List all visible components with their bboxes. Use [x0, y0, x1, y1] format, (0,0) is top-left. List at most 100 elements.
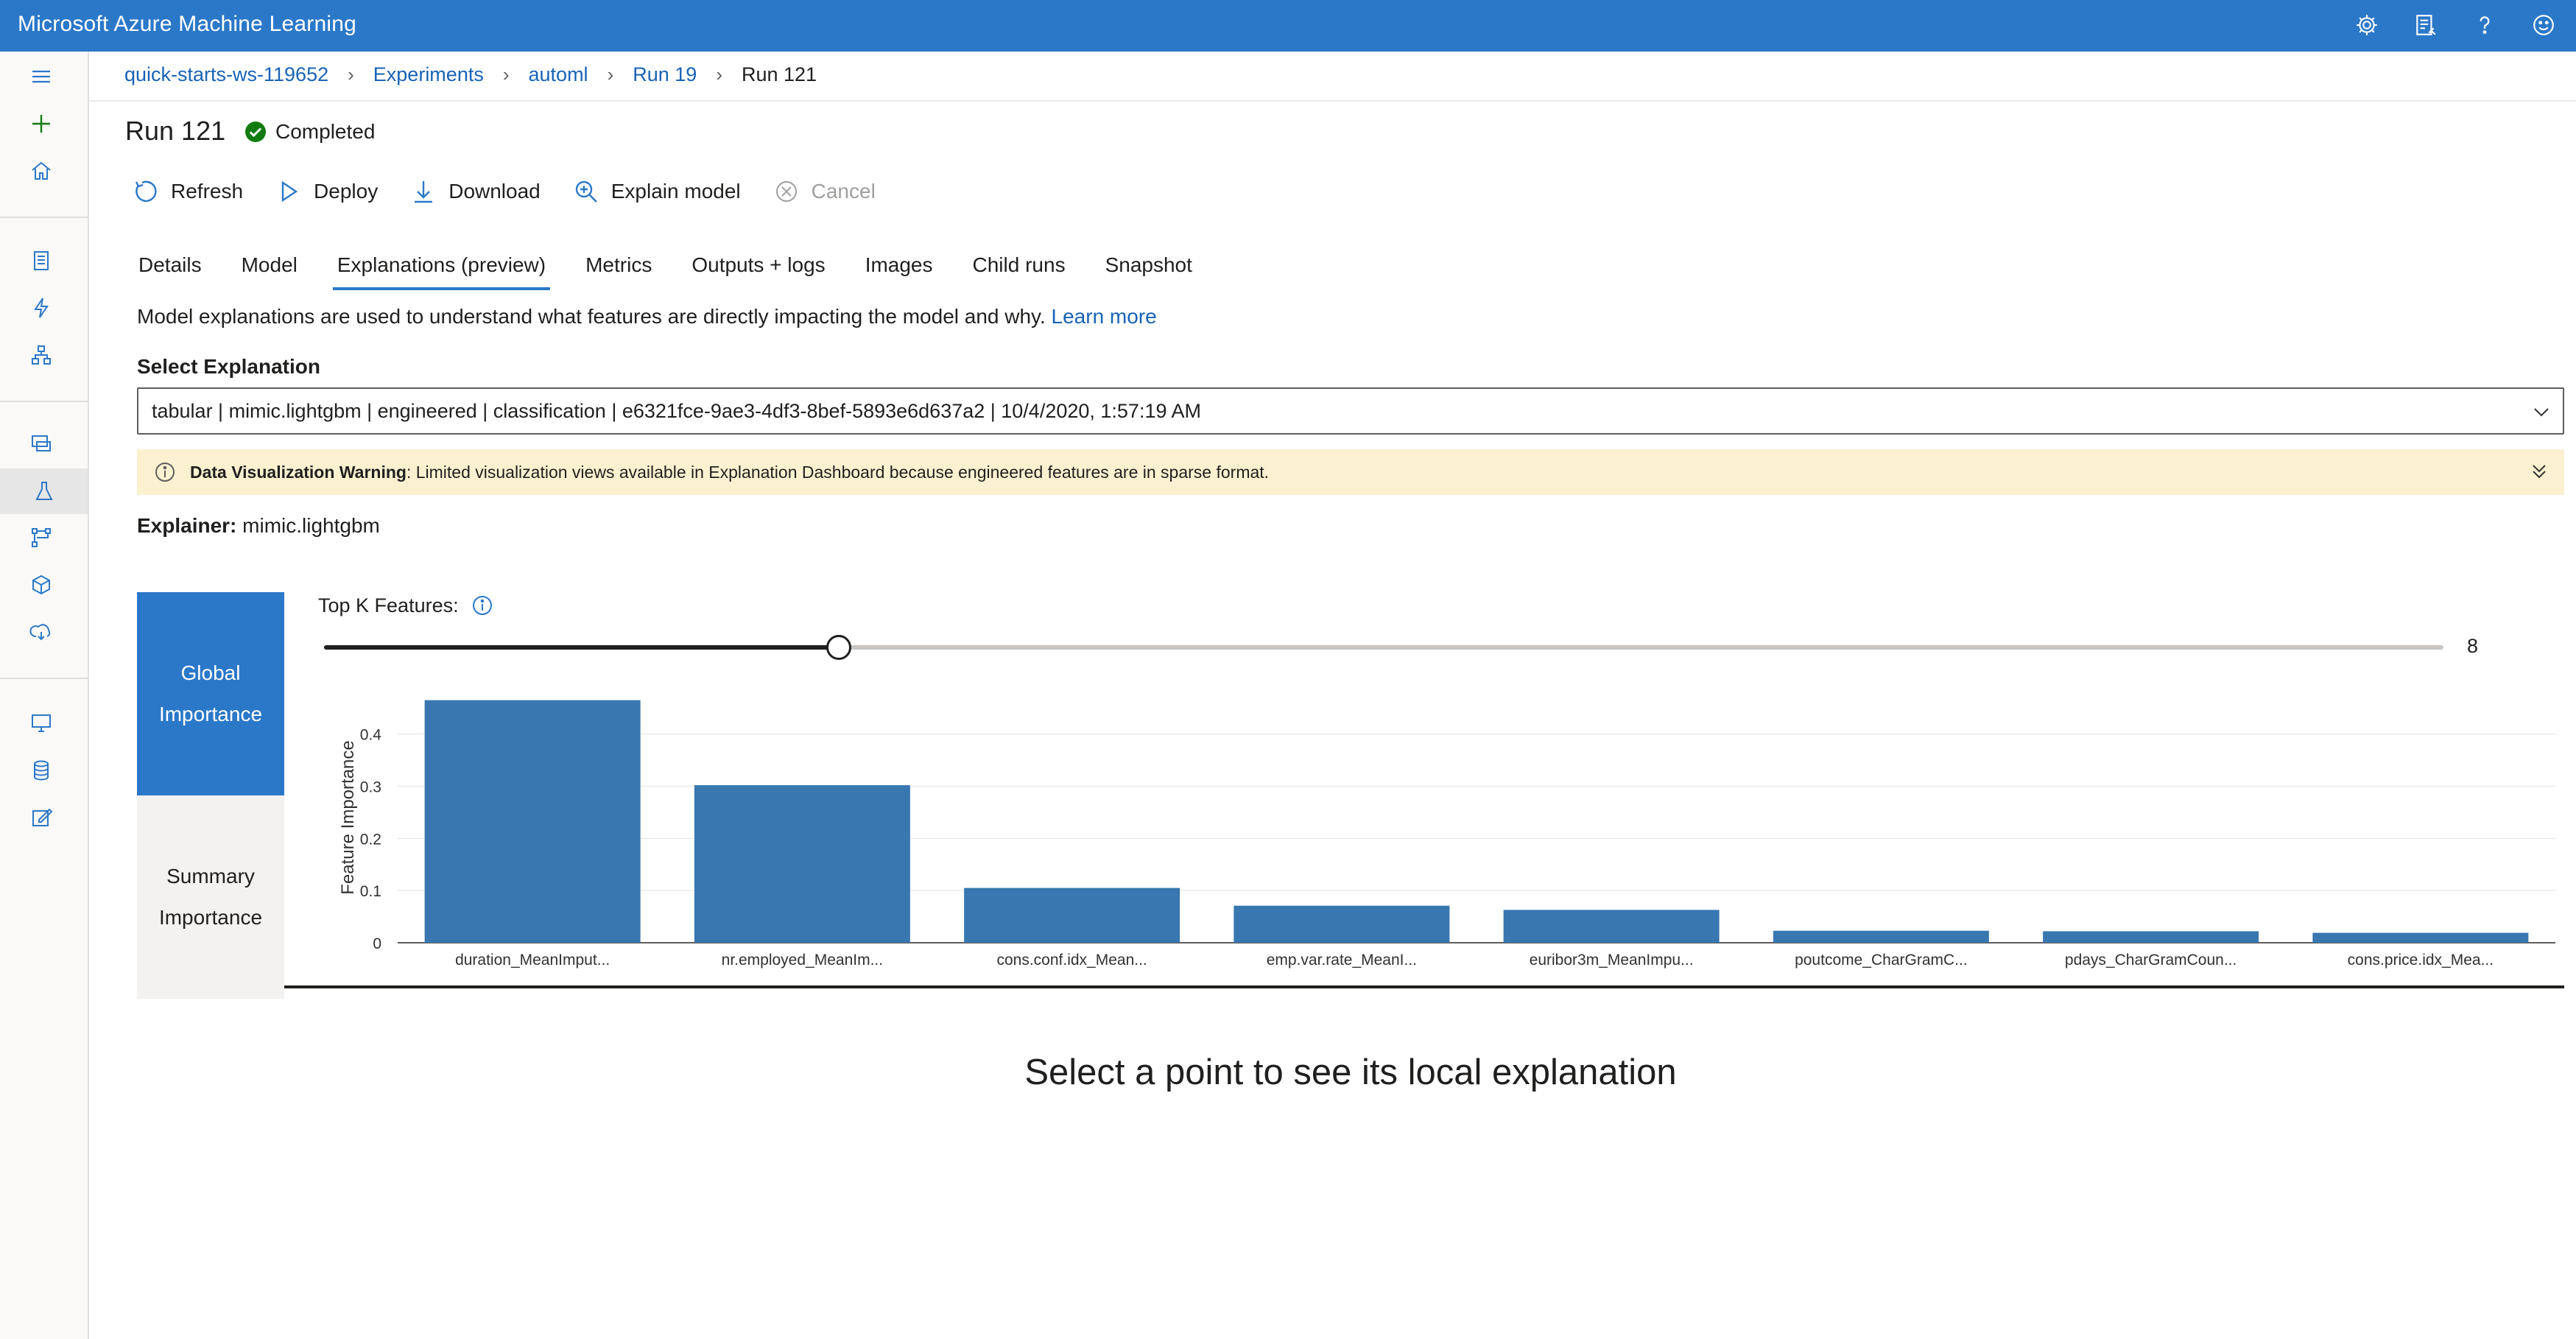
page-title: Run 121 — [125, 116, 226, 146]
chart-bar[interactable] — [1773, 930, 1989, 943]
summary-importance-line1: Summary — [166, 865, 255, 888]
feedback-list-icon[interactable] — [2411, 10, 2440, 40]
explain-model-label: Explain model — [610, 180, 741, 203]
pipelines-icon[interactable] — [25, 521, 57, 554]
tab-explanations[interactable]: Explanations (preview) — [332, 253, 551, 290]
learn-more-link[interactable]: Learn more — [1052, 305, 1157, 328]
gear-icon[interactable] — [2352, 10, 2382, 40]
select-explanation-label: Select Explanation — [137, 355, 320, 378]
tab-metrics[interactable]: Metrics — [585, 253, 652, 290]
x-tick-label: nr.employed_MeanIm... — [722, 952, 883, 969]
breadcrumb-current: Run 121 — [741, 63, 817, 85]
zoom-in-icon — [575, 180, 597, 203]
info-icon[interactable] — [471, 594, 494, 617]
y-tick-label: 0.4 — [360, 727, 382, 744]
slider-fill — [324, 645, 840, 650]
slider-thumb[interactable] — [826, 635, 852, 660]
y-tick-label: 0 — [373, 935, 381, 952]
refresh-button[interactable]: Refresh — [133, 178, 243, 205]
warning-text: : Limited visualization views available … — [406, 462, 1270, 482]
y-tick-label: 0.3 — [360, 779, 381, 796]
home-icon[interactable] — [25, 155, 57, 187]
models-icon[interactable] — [25, 569, 57, 601]
warning-title: Data Visualization Warning — [190, 462, 407, 482]
endpoints-icon[interactable] — [25, 616, 57, 648]
chart-bar[interactable] — [964, 888, 1180, 943]
chart-bar[interactable] — [694, 785, 910, 943]
chart-divider — [284, 985, 2564, 988]
experiments-icon[interactable] — [0, 468, 88, 514]
labeling-icon[interactable] — [25, 801, 57, 834]
explainer-value: mimic.lightgbm — [242, 514, 380, 537]
hamburger-menu-icon[interactable] — [25, 60, 57, 93]
summary-importance-line2: Importance — [158, 906, 263, 929]
datastores-icon[interactable] — [25, 754, 57, 787]
status-badge: Completed — [244, 120, 375, 144]
local-explanation-message: Select a point to see its local explanat… — [1024, 1052, 1677, 1092]
deploy-label: Deploy — [314, 180, 379, 203]
smiley-icon[interactable] — [2529, 10, 2558, 40]
x-tick-label: pdays_CharGramCoun... — [2065, 952, 2237, 969]
chart-bar[interactable] — [2312, 932, 2529, 943]
chevron-right-icon: › — [502, 63, 510, 85]
automl-icon[interactable] — [25, 292, 57, 324]
toolbar: Refresh Deploy Download Explain model Ca… — [133, 178, 908, 205]
cancel-circle-icon — [775, 181, 797, 202]
breadcrumb-experiments[interactable]: Experiments — [373, 63, 484, 86]
y-tick-label: 0.1 — [360, 883, 381, 900]
tab-child-runs[interactable]: Child runs — [973, 253, 1066, 290]
deploy-button[interactable]: Deploy — [275, 178, 378, 205]
chart-bar[interactable] — [1234, 905, 1450, 943]
play-icon — [281, 180, 298, 203]
summary-importance-tab[interactable]: Summary Importance — [137, 795, 284, 999]
breadcrumb: quick-starts-ws-119652 › Experiments › a… — [124, 63, 817, 86]
chevron-right-icon: › — [348, 63, 354, 85]
x-tick-label: euribor3m_MeanImpu... — [1530, 952, 1694, 969]
datasets-icon[interactable] — [25, 427, 57, 460]
global-importance-line1: Global — [180, 661, 241, 684]
check-circle-icon — [245, 122, 266, 142]
chart-bar[interactable] — [2043, 931, 2259, 943]
compute-icon[interactable] — [25, 707, 57, 739]
explainer-label: Explainer: — [137, 514, 237, 537]
tab-outputs-logs[interactable]: Outputs + logs — [691, 253, 825, 290]
selected-explanation: tabular | mimic.lightgbm | engineered | … — [152, 399, 1201, 422]
double-chevron-down-icon[interactable] — [2527, 460, 2551, 483]
tab-model[interactable]: Model — [242, 253, 298, 290]
left-nav — [0, 52, 89, 1339]
x-tick-label: duration_MeanImput... — [455, 952, 610, 969]
x-tick-label: cons.price.idx_Mea... — [2348, 952, 2494, 969]
top-k-label: Top K Features: — [318, 594, 494, 617]
plus-icon[interactable] — [25, 108, 57, 140]
explanation-description: Model explanations are used to understan… — [137, 305, 1157, 328]
warning-banner: Data Visualization Warning : Limited vis… — [137, 449, 2564, 495]
breadcrumb-run-19[interactable]: Run 19 — [633, 63, 697, 86]
top-k-slider[interactable] — [324, 635, 2443, 660]
global-importance-line2: Importance — [158, 703, 263, 725]
refresh-icon — [135, 180, 157, 203]
download-label: Download — [448, 180, 541, 203]
explain-model-button[interactable]: Explain model — [573, 178, 741, 205]
chart-bar[interactable] — [1503, 910, 1720, 943]
select-explanation-dropdown[interactable]: tabular | mimic.lightgbm | engineered | … — [137, 387, 2564, 435]
help-icon[interactable] — [2470, 10, 2499, 40]
cancel-label: Cancel — [811, 180, 876, 203]
global-importance-tab[interactable]: Global Importance — [137, 592, 284, 795]
download-button[interactable]: Download — [410, 178, 541, 205]
y-axis-label: Feature Importance — [338, 740, 358, 894]
chevron-right-icon: › — [607, 63, 614, 85]
breadcrumb-automl[interactable]: automl — [529, 63, 588, 86]
breadcrumb-workspace[interactable]: quick-starts-ws-119652 — [124, 63, 328, 86]
chevron-right-icon: › — [716, 63, 722, 85]
tab-details[interactable]: Details — [138, 253, 202, 290]
status-text: Completed — [275, 120, 376, 143]
chart-bar[interactable] — [424, 700, 641, 943]
designer-icon[interactable] — [25, 339, 57, 371]
x-tick-label: emp.var.rate_MeanI... — [1267, 952, 1417, 969]
notebook-icon[interactable] — [25, 245, 57, 277]
app-title[interactable]: Microsoft Azure Machine Learning — [18, 12, 356, 37]
tab-snapshot[interactable]: Snapshot — [1105, 253, 1192, 290]
cancel-button[interactable]: Cancel — [773, 178, 876, 205]
refresh-label: Refresh — [171, 180, 244, 203]
tab-images[interactable]: Images — [865, 253, 933, 290]
